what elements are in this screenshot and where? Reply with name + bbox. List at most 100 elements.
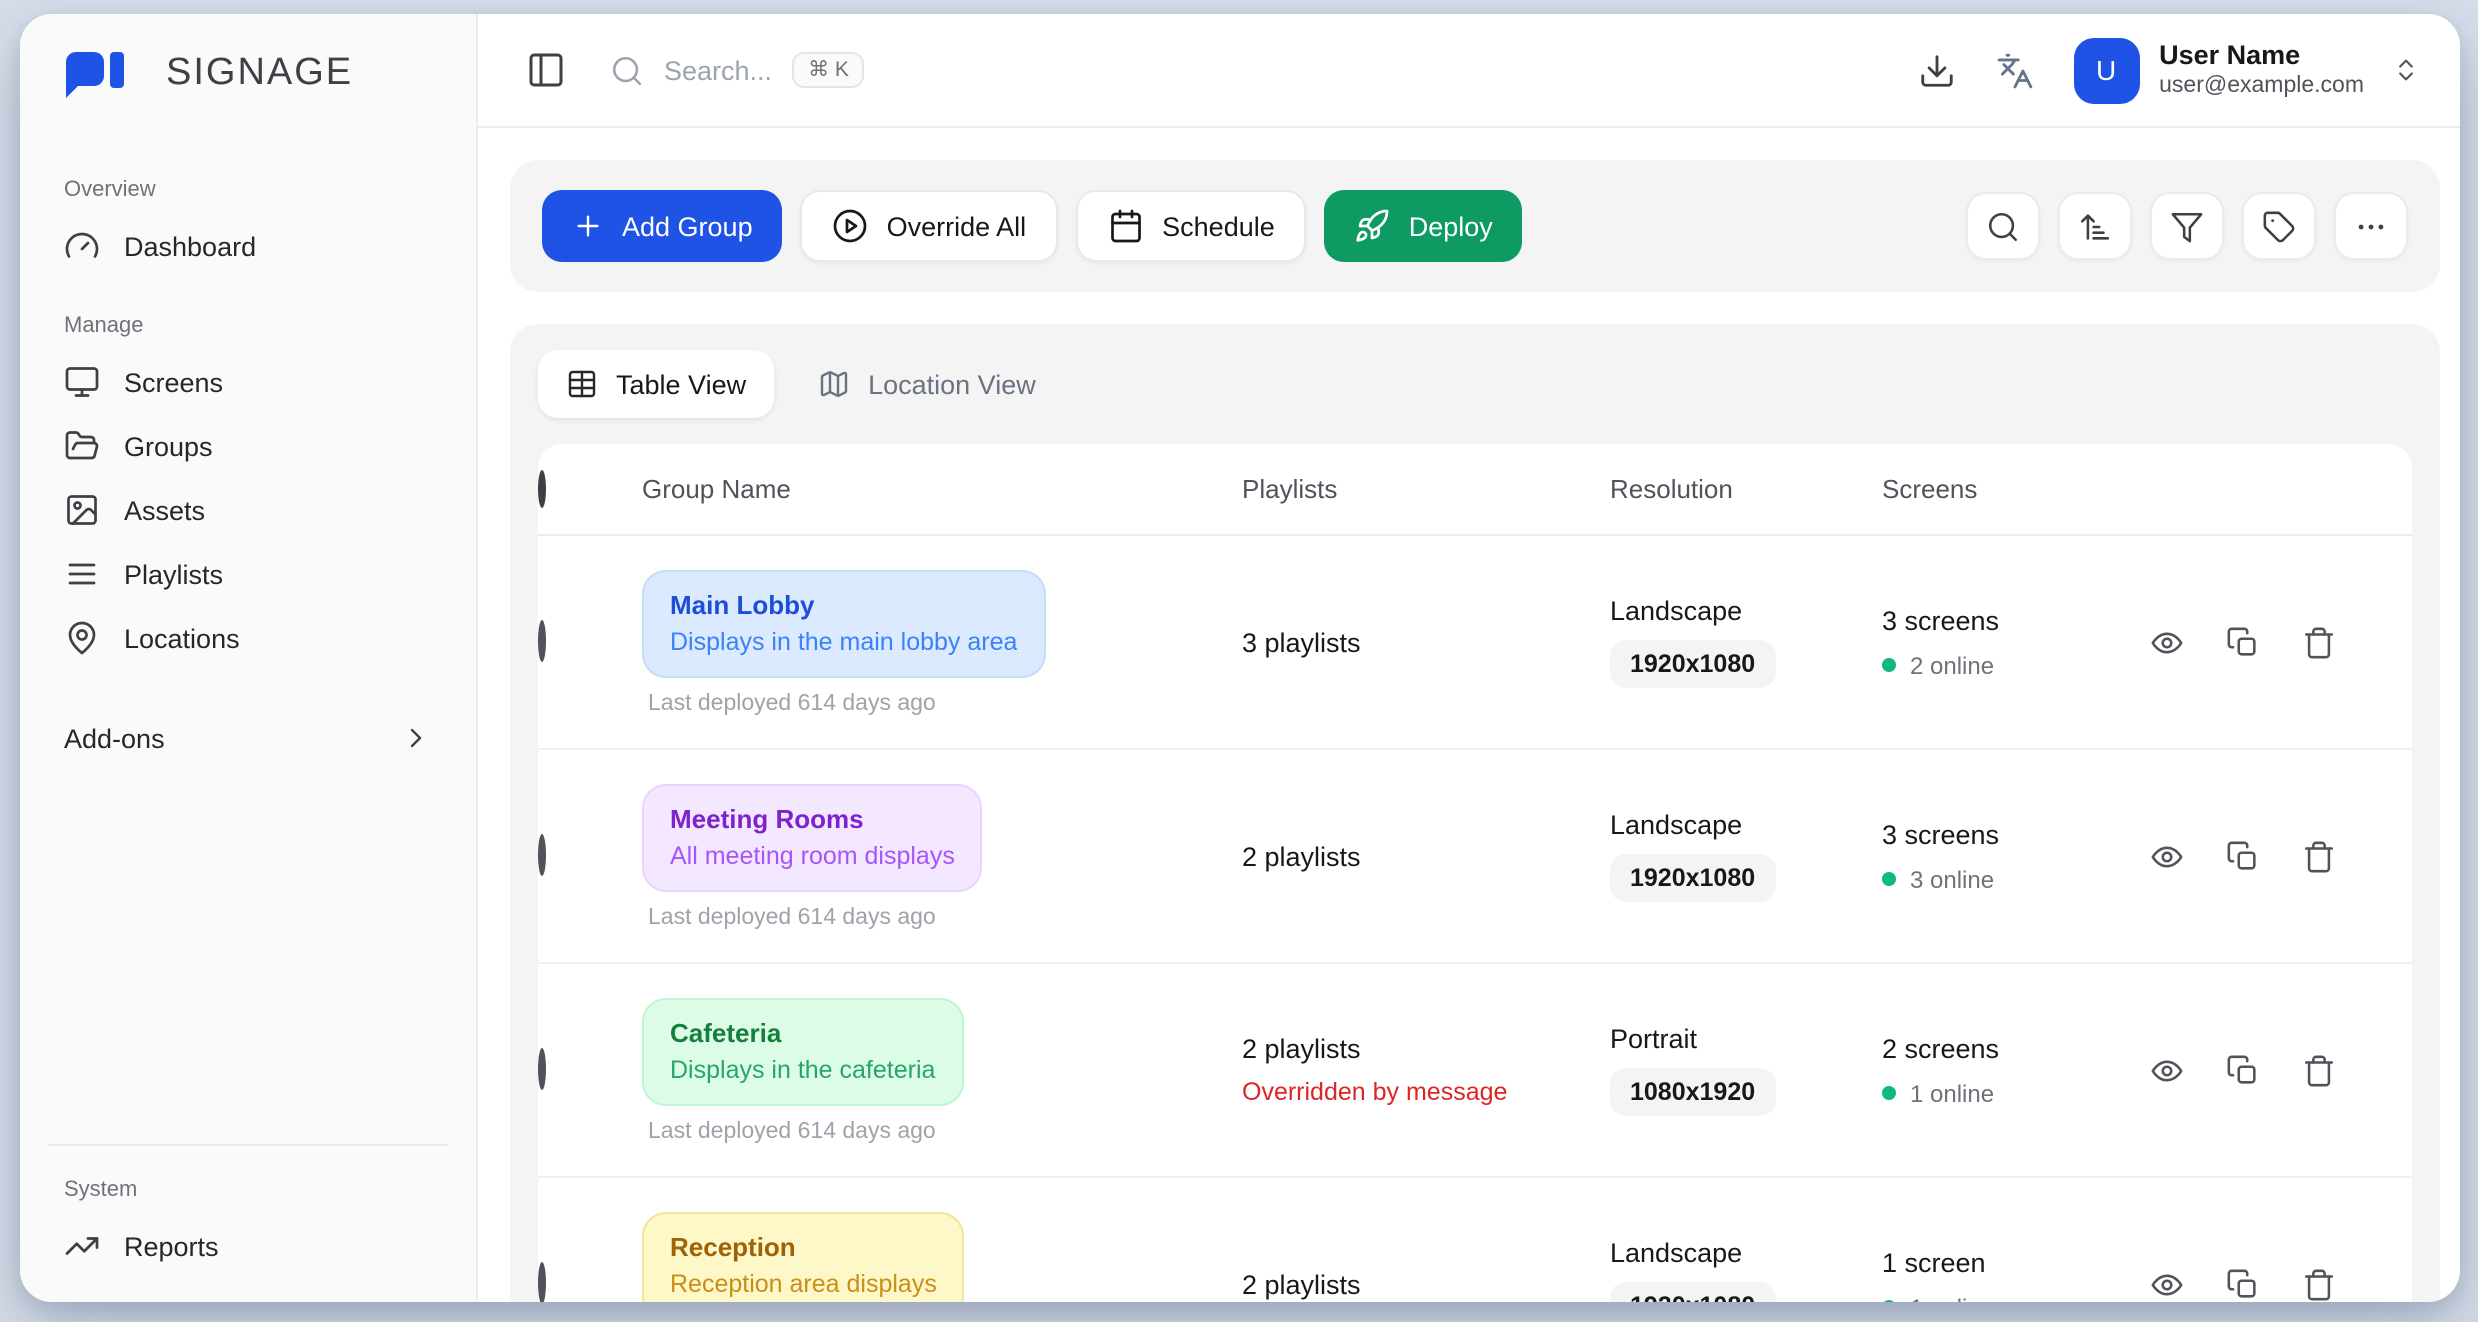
eye-icon bbox=[2150, 839, 2184, 873]
page: SIGNAGE Overview Dashboard Manage Screen… bbox=[0, 0, 2478, 1322]
resolution-cell: Landscape 1920x1080 bbox=[1610, 1238, 1882, 1302]
map-pin-icon bbox=[64, 620, 100, 656]
sidebar-item-dashboard[interactable]: Dashboard bbox=[48, 214, 448, 278]
search-button[interactable] bbox=[1966, 192, 2040, 260]
table-row: Cafeteria Displays in the cafeteria Last… bbox=[538, 964, 2412, 1178]
table-body: Main Lobby Displays in the main lobby ar… bbox=[538, 536, 2412, 1302]
filter-button[interactable] bbox=[2150, 192, 2224, 260]
delete-button[interactable] bbox=[2302, 1053, 2336, 1087]
table-header-row: Group Name Playlists Resolution Screens bbox=[538, 444, 2412, 536]
header-right: U User Name user@example.com bbox=[1917, 37, 2420, 103]
delete-button[interactable] bbox=[2302, 625, 2336, 659]
duplicate-button[interactable] bbox=[2226, 839, 2260, 873]
screens-cell: 3 screens 2 online bbox=[1882, 605, 2150, 679]
more-button[interactable] bbox=[2334, 192, 2408, 260]
column-header-playlists: Playlists bbox=[1242, 474, 1610, 504]
screens-cell: 2 screens 1 online bbox=[1882, 1033, 2150, 1107]
languages-icon bbox=[1995, 51, 2033, 89]
row-actions bbox=[2150, 625, 2412, 659]
resolution-badge: 1920x1080 bbox=[1610, 640, 1775, 688]
sidebar-item-label: Playlists bbox=[124, 559, 223, 589]
group-description: All meeting room displays bbox=[670, 839, 955, 871]
chevron-right-icon bbox=[400, 722, 432, 754]
duplicate-button[interactable] bbox=[2226, 625, 2260, 659]
playlists-count: 3 playlists bbox=[1242, 627, 1610, 657]
add-group-button[interactable]: Add Group bbox=[542, 190, 783, 262]
calendar-icon bbox=[1108, 208, 1144, 244]
deploy-label: Deploy bbox=[1409, 211, 1493, 241]
playlists-cell: 3 playlists bbox=[1242, 627, 1610, 657]
download-button[interactable] bbox=[1917, 51, 1955, 89]
duplicate-button[interactable] bbox=[2226, 1267, 2260, 1301]
last-deployed-text: Last deployed 614 days ago bbox=[642, 1119, 936, 1143]
view-button[interactable] bbox=[2150, 1267, 2184, 1301]
sidebar-item-addons[interactable]: Add-ons bbox=[48, 706, 448, 770]
sidebar-item-screens[interactable]: Screens bbox=[48, 350, 448, 414]
row-checkbox[interactable] bbox=[538, 1262, 546, 1302]
sidebar-item-reports[interactable]: Reports bbox=[48, 1214, 448, 1278]
language-button[interactable] bbox=[1995, 51, 2033, 89]
sidebar-item-label: Reports bbox=[124, 1231, 219, 1261]
user-menu[interactable]: U User Name user@example.com bbox=[2073, 37, 2420, 103]
sidebar-item-playlists[interactable]: Playlists bbox=[48, 542, 448, 606]
resolution-badge: 1080x1920 bbox=[1610, 1068, 1775, 1116]
pisignage-logo-icon bbox=[64, 50, 152, 98]
row-actions bbox=[2150, 1267, 2412, 1301]
tag-button[interactable] bbox=[2242, 192, 2316, 260]
sidebar-item-locations[interactable]: Locations bbox=[48, 606, 448, 670]
sidebar-item-assets[interactable]: Assets bbox=[48, 478, 448, 542]
row-checkbox[interactable] bbox=[538, 1048, 546, 1090]
deploy-button[interactable]: Deploy bbox=[1325, 190, 1523, 262]
row-actions bbox=[2150, 839, 2412, 873]
row-checkbox[interactable] bbox=[538, 620, 546, 662]
sort-button[interactable] bbox=[2058, 192, 2132, 260]
toolbar-panel: Add Group Override All Schedule Deploy bbox=[510, 160, 2440, 292]
resolution-cell: Landscape 1920x1080 bbox=[1610, 810, 1882, 902]
plus-icon bbox=[572, 210, 604, 242]
playlists-cell: 2 playlists Overridden by message bbox=[1242, 1034, 1610, 1106]
copy-icon bbox=[2226, 625, 2260, 659]
override-all-label: Override All bbox=[887, 211, 1027, 241]
tab-location-view[interactable]: Location View bbox=[790, 350, 1064, 418]
row-checkbox[interactable] bbox=[538, 834, 546, 876]
section-label-system: System bbox=[64, 1178, 448, 1202]
online-count: 2 online bbox=[1910, 651, 1994, 679]
group-name-cell: Reception Reception area displays Last d… bbox=[642, 1211, 1242, 1302]
view-button[interactable] bbox=[2150, 839, 2184, 873]
copy-icon bbox=[2226, 839, 2260, 873]
online-dot bbox=[1882, 1086, 1896, 1100]
group-name-cell: Meeting Rooms All meeting room displays … bbox=[642, 783, 1242, 929]
eye-icon bbox=[2150, 625, 2184, 659]
online-status: 1 online bbox=[1882, 1079, 2150, 1107]
override-all-button[interactable]: Override All bbox=[801, 190, 1059, 262]
tag-icon bbox=[2262, 209, 2296, 243]
user-name: User Name bbox=[2159, 40, 2364, 72]
group-title: Cafeteria bbox=[670, 1017, 935, 1049]
search-input[interactable]: Search... ⌘ K bbox=[610, 52, 865, 88]
view-button[interactable] bbox=[2150, 625, 2184, 659]
group-description: Displays in the main lobby area bbox=[670, 625, 1017, 657]
sidebar-bottom: System Reports bbox=[48, 1144, 448, 1278]
addons-label: Add-ons bbox=[64, 723, 165, 753]
view-button[interactable] bbox=[2150, 1053, 2184, 1087]
tab-table-view[interactable]: Table View bbox=[538, 350, 774, 418]
online-dot bbox=[1882, 1300, 1896, 1302]
schedule-button[interactable]: Schedule bbox=[1076, 190, 1307, 262]
rocket-icon bbox=[1355, 208, 1391, 244]
list-icon bbox=[64, 556, 100, 592]
search-shortcut-badge: ⌘ K bbox=[792, 52, 865, 88]
group-badge: Reception Reception area displays bbox=[642, 1211, 965, 1302]
gauge-icon bbox=[64, 228, 100, 264]
sidebar-item-label: Dashboard bbox=[124, 231, 256, 261]
duplicate-button[interactable] bbox=[2226, 1053, 2260, 1087]
monitor-icon bbox=[64, 364, 100, 400]
last-deployed-text: Last deployed 614 days ago bbox=[642, 691, 936, 715]
delete-button[interactable] bbox=[2302, 1267, 2336, 1301]
delete-button[interactable] bbox=[2302, 839, 2336, 873]
sidebar-item-groups[interactable]: Groups bbox=[48, 414, 448, 478]
screens-count: 3 screens bbox=[1882, 605, 2150, 635]
tab-label: Table View bbox=[616, 369, 746, 399]
screens-cell: 3 screens 3 online bbox=[1882, 819, 2150, 893]
select-all-checkbox[interactable] bbox=[538, 470, 546, 508]
sidebar-toggle-button[interactable] bbox=[526, 50, 566, 90]
